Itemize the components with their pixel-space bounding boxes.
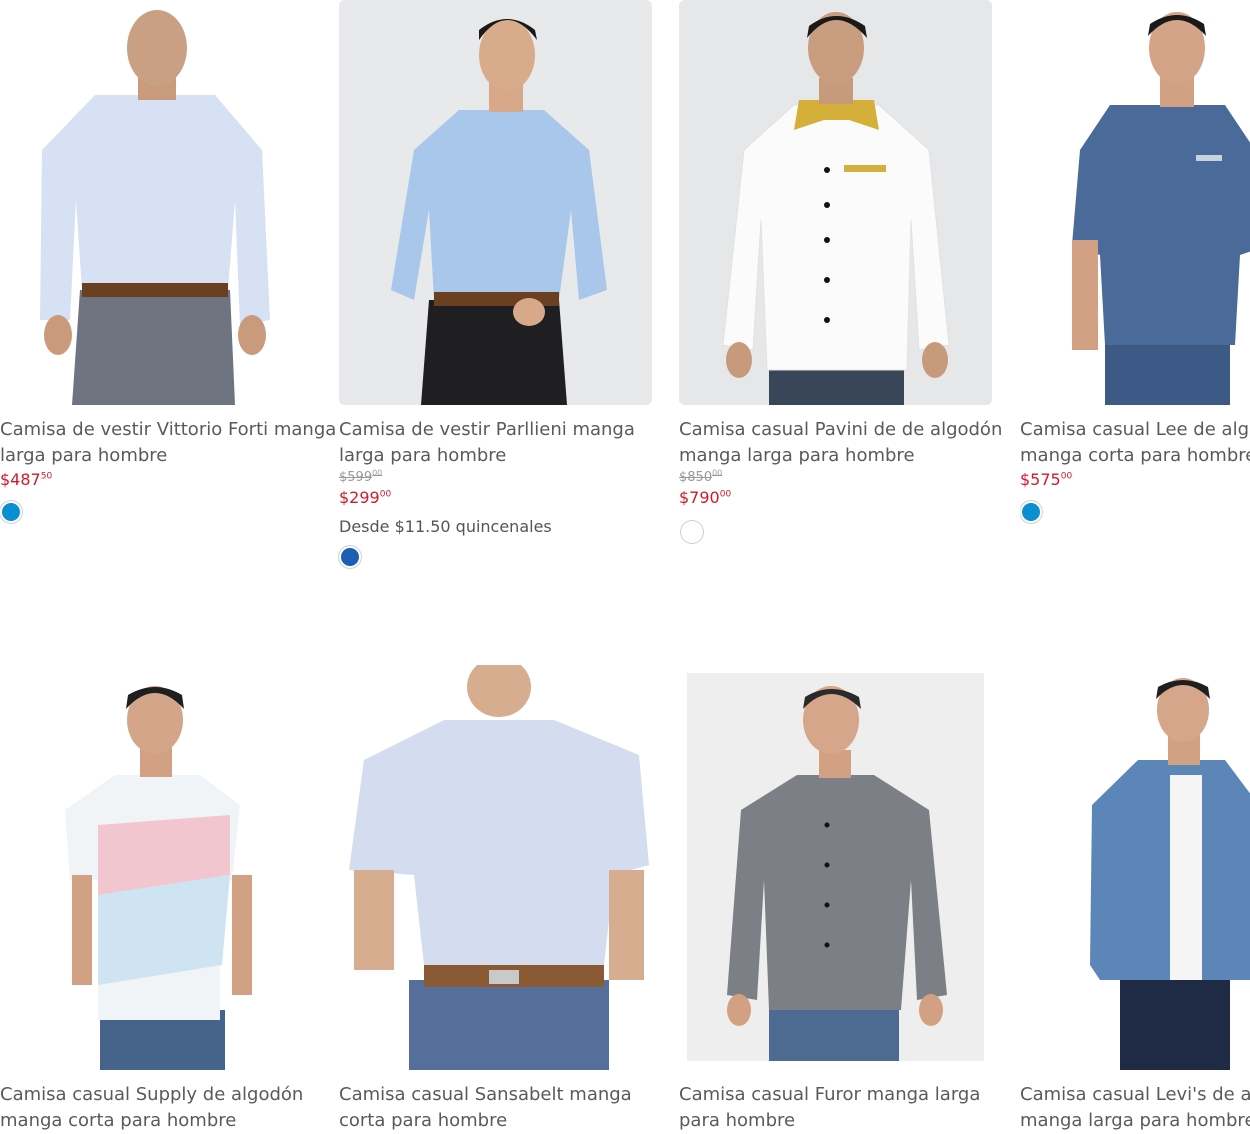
product-image[interactable]	[679, 665, 992, 1070]
product-image[interactable]	[339, 0, 652, 405]
color-swatch[interactable]	[1022, 503, 1040, 521]
product-price: $79000	[679, 488, 732, 507]
installments-text: Desde $11.50 quincenales	[339, 517, 552, 536]
product-card[interactable]: Camisa casual Lee de algod manga corta p…	[1020, 0, 1250, 525]
product-price: $57500	[1020, 470, 1073, 489]
product-photo-vittorio	[0, 0, 313, 405]
product-image[interactable]	[1020, 665, 1250, 1070]
product-title[interactable]: Camisa casual Supply de algodón manga co…	[0, 1082, 320, 1134]
product-card[interactable]: Camisa de vestir Vittorio Forti manga la…	[0, 0, 336, 525]
color-swatch[interactable]	[681, 521, 703, 543]
product-title[interactable]: Camisa de vestir Vittorio Forti manga la…	[0, 417, 336, 469]
product-photo-levis	[1020, 665, 1250, 1070]
product-title[interactable]: Camisa casual Pavini de de algodón manga…	[679, 417, 1002, 469]
product-image[interactable]	[679, 0, 992, 405]
product-photo-parllieni	[339, 0, 652, 405]
product-image[interactable]	[0, 0, 313, 405]
product-title[interactable]: Camisa de vestir Parllieni manga larga p…	[339, 417, 659, 469]
product-photo-supply	[0, 665, 313, 1070]
product-image[interactable]	[1020, 0, 1250, 405]
product-price: $48750	[0, 470, 53, 489]
product-title[interactable]: Camisa casual Sansabelt manga corta para…	[339, 1082, 659, 1134]
product-photo-furor	[679, 665, 992, 1070]
product-card[interactable]: Camisa casual Supply de algodón manga co…	[0, 665, 320, 1134]
product-old-price: $85000	[679, 468, 723, 485]
product-title[interactable]: Camisa casual Furor manga larga para hom…	[679, 1082, 999, 1134]
product-card[interactable]: Camisa casual Sansabelt manga corta para…	[339, 665, 659, 1134]
product-title[interactable]: Camisa casual Levi's de alg manga larga …	[1020, 1082, 1250, 1134]
product-photo-lee	[1020, 0, 1250, 405]
product-card[interactable]: Camisa casual Pavini de de algodón manga…	[679, 0, 1002, 547]
product-photo-sansabelt	[339, 665, 652, 1070]
color-swatch[interactable]	[341, 548, 359, 566]
product-image[interactable]	[0, 665, 313, 1070]
product-card[interactable]: Camisa casual Furor manga larga para hom…	[679, 665, 999, 1134]
product-image[interactable]	[339, 665, 652, 1070]
product-title[interactable]: Camisa casual Lee de algod manga corta p…	[1020, 417, 1250, 469]
color-swatch[interactable]	[2, 503, 20, 521]
product-old-price: $59900	[339, 468, 383, 485]
product-card[interactable]: Camisa de vestir Parllieni manga larga p…	[339, 0, 659, 570]
product-card[interactable]: Camisa casual Levi's de alg manga larga …	[1020, 665, 1250, 1134]
product-photo-pavini	[679, 0, 992, 405]
product-price: $29900	[339, 488, 392, 507]
